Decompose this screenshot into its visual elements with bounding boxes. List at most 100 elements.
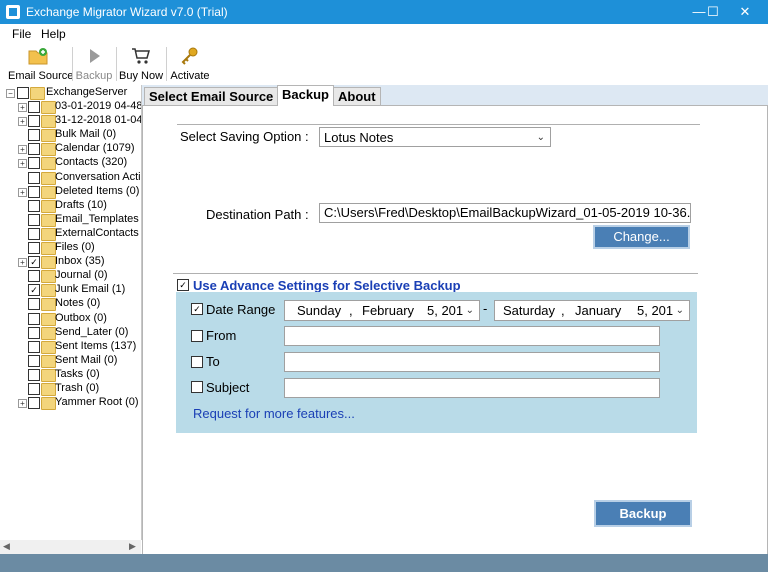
expand-icon[interactable]: + xyxy=(18,117,27,127)
tree-root-label: ExchangeServer xyxy=(46,86,128,98)
request-features-link[interactable]: Request for more features... xyxy=(193,406,355,421)
folder-icon xyxy=(41,143,56,157)
tree-item[interactable]: Sent Mail (0) xyxy=(0,354,140,368)
backup-tool-button[interactable]: Backup xyxy=(75,43,113,85)
date-from-picker[interactable]: Sunday , February 5, 201 ⌄ xyxy=(284,300,480,321)
tree-item[interactable]: Conversation Actic xyxy=(0,171,141,185)
tree-item[interactable]: Tasks (0) xyxy=(0,368,140,382)
main-area: Select Email Source Backup About Select … xyxy=(142,85,768,556)
tree-checkbox[interactable] xyxy=(28,383,40,395)
menu-file[interactable]: File xyxy=(12,27,31,41)
expand-icon[interactable]: + xyxy=(18,258,27,268)
tree-item[interactable]: ✓ Junk Email (1) xyxy=(0,283,140,298)
activate-button[interactable]: Activate xyxy=(169,43,211,85)
subject-input[interactable] xyxy=(284,378,660,398)
tree-item[interactable]: + Contacts (320) xyxy=(0,156,140,171)
tree-item[interactable]: Send_Later (0) xyxy=(0,326,140,340)
advance-settings-checkbox[interactable]: ✓ xyxy=(177,279,189,291)
tree-checkbox[interactable] xyxy=(28,354,40,367)
tree-item-label: Trash (0) xyxy=(55,382,100,394)
tree-checkbox[interactable] xyxy=(28,101,40,113)
tab-about[interactable]: About xyxy=(333,87,381,106)
tree-checkbox[interactable] xyxy=(28,242,40,254)
tree-item[interactable]: Files (0) xyxy=(0,241,140,255)
tree-checkbox[interactable] xyxy=(28,115,40,128)
tree-checkbox[interactable] xyxy=(28,157,40,170)
tree-checkbox[interactable] xyxy=(28,213,40,226)
tree-checkbox[interactable] xyxy=(28,397,40,410)
tree-item-label: ExternalContacts ( xyxy=(55,226,142,239)
change-button[interactable]: Change... xyxy=(593,225,690,249)
tree-checkbox[interactable] xyxy=(28,270,40,283)
expand-icon[interactable]: + xyxy=(18,187,27,197)
date-to-picker[interactable]: Saturday , January 5, 201 ⌄ xyxy=(494,300,690,321)
close-button[interactable]: ✕ xyxy=(722,0,768,24)
tree-item[interactable]: + Yammer Root (0) xyxy=(0,396,140,411)
scroll-left-icon[interactable]: ◀ xyxy=(3,541,10,552)
tree-item[interactable]: Bulk Mail (0) xyxy=(0,128,140,143)
tree-item[interactable]: Sent Items (137) xyxy=(0,340,140,354)
expand-icon[interactable]: + xyxy=(18,103,27,112)
from-checkbox[interactable] xyxy=(191,330,203,342)
tree-checkbox[interactable] xyxy=(28,312,40,325)
tree-item[interactable]: + Calendar (1079) xyxy=(0,142,140,157)
folder-icon xyxy=(41,256,56,270)
tree-checkbox[interactable] xyxy=(28,143,40,156)
tree-item[interactable]: + ✓ Inbox (35) xyxy=(0,255,140,270)
tree-item[interactable]: + Deleted Items (0) xyxy=(0,185,140,199)
tree-checkbox[interactable] xyxy=(28,185,40,198)
expand-icon[interactable]: + xyxy=(18,145,27,155)
from-input[interactable] xyxy=(284,326,660,346)
expand-icon[interactable]: + xyxy=(18,399,27,409)
tree-checkbox[interactable] xyxy=(28,199,40,212)
saving-option-select[interactable]: Lotus Notes ⌄ xyxy=(319,127,551,147)
tree-horizontal-scrollbar[interactable]: ◀ ▶ xyxy=(0,540,141,554)
tree-item[interactable]: +31-12-2018 01-04 (0 xyxy=(0,114,141,129)
tree-checkbox[interactable]: ✓ xyxy=(28,256,40,269)
tree-checkbox[interactable] xyxy=(28,171,40,184)
tree-checkbox[interactable] xyxy=(28,129,40,142)
subject-checkbox[interactable] xyxy=(191,381,203,393)
chevron-down-icon: ⌄ xyxy=(675,305,684,316)
tree-item[interactable]: Journal (0) xyxy=(0,269,140,284)
folder-icon xyxy=(41,213,56,227)
toolbar-divider xyxy=(72,47,73,81)
folder-icon xyxy=(41,354,56,368)
expand-icon[interactable]: + xyxy=(18,159,27,169)
window-title: Exchange Migrator Wizard v7.0 (Trial) xyxy=(26,5,228,19)
tree-checkbox[interactable] xyxy=(28,227,40,240)
tree-checkbox[interactable] xyxy=(28,368,40,381)
tree-checkbox[interactable] xyxy=(17,87,29,99)
to-label: To xyxy=(206,354,220,369)
tree-item[interactable]: Email_Templates xyxy=(0,213,140,227)
tree-item[interactable]: Outbox (0) xyxy=(0,312,140,326)
date-range-checkbox[interactable]: ✓ xyxy=(191,303,203,315)
destination-path-input[interactable]: C:\Users\Fred\Desktop\EmailBackupWizard_… xyxy=(319,203,691,223)
buy-now-button[interactable]: Buy Now xyxy=(119,43,163,85)
tree-item[interactable]: Trash (0) xyxy=(0,382,140,396)
tree-item-label: Sent Mail (0) xyxy=(55,353,118,366)
backup-button[interactable]: Backup xyxy=(594,500,692,527)
app-icon xyxy=(6,5,20,19)
toolbar: Email Source Backup Buy Now Activate xyxy=(0,43,768,86)
scroll-right-icon[interactable]: ▶ xyxy=(129,541,136,552)
tree-checkbox[interactable] xyxy=(28,298,40,311)
tab-select-email-source[interactable]: Select Email Source xyxy=(144,87,279,106)
tree-item-label: Deleted Items (0) xyxy=(55,184,140,197)
tree-item[interactable]: Notes (0) xyxy=(0,297,140,312)
tree-item[interactable]: +03-01-2019 04-48 (0 xyxy=(0,100,141,114)
to-checkbox[interactable] xyxy=(191,356,203,368)
tree-item[interactable]: Drafts (10) xyxy=(0,199,140,213)
tree-checkbox[interactable]: ✓ xyxy=(28,284,40,297)
collapse-icon[interactable]: − xyxy=(6,89,15,98)
tree-checkbox[interactable] xyxy=(28,340,40,353)
to-input[interactable] xyxy=(284,352,660,372)
date-to-date: 5, 201 xyxy=(637,303,674,318)
menu-help[interactable]: Help xyxy=(41,27,66,41)
folder-icon xyxy=(41,312,56,326)
email-source-button[interactable]: Email Source xyxy=(8,43,73,85)
tree-item[interactable]: ExternalContacts ( xyxy=(0,226,142,241)
tree-checkbox[interactable] xyxy=(28,326,40,339)
tab-backup[interactable]: Backup xyxy=(277,85,334,106)
tree-root[interactable]: − ExchangeServer xyxy=(0,86,140,100)
